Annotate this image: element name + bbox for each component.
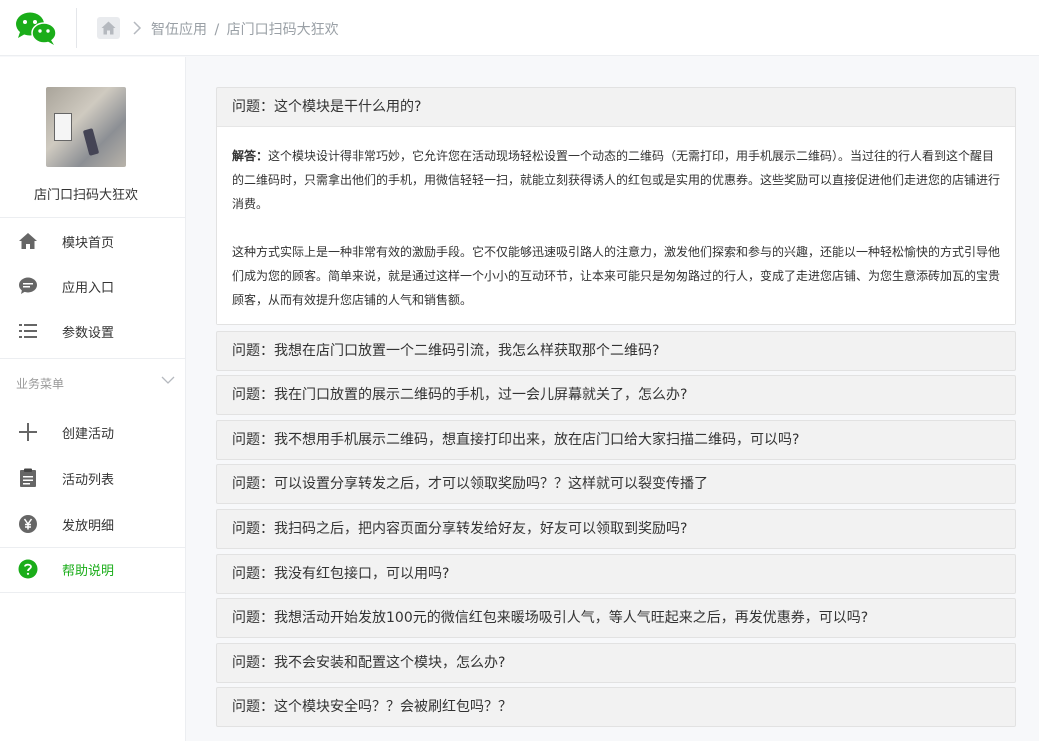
answer-text: 这个模块设计得非常巧妙，它允许您在活动现场轻松设置一个动态的二维码（无需打印，用… bbox=[232, 149, 1001, 211]
sidebar-item-label: 活动列表 bbox=[62, 473, 115, 488]
sidebar-divider bbox=[0, 592, 185, 593]
faq-question[interactable]: 问题：我想活动开始发放100元的微信红包来暖场吸引人气，等人气旺起来之后，再发优… bbox=[217, 599, 1015, 637]
header-divider bbox=[76, 8, 77, 48]
breadcrumb-separator: / bbox=[214, 22, 220, 38]
question-text: 我想在店门口放置一个二维码引流，我怎么样获取那个二维码? bbox=[274, 343, 660, 359]
sidebar-divider bbox=[0, 217, 185, 218]
breadcrumb-page: 店门口扫码大狂欢 bbox=[226, 22, 339, 38]
sidebar-item-label: 创建活动 bbox=[62, 427, 115, 442]
sidebar-item-activity-list[interactable]: 活动列表 bbox=[0, 458, 185, 498]
answer-paragraph: 这种方式实际上是一种非常有效的激励手段。它不仅能够迅速吸引路人的注意力，激发他们… bbox=[232, 245, 1001, 307]
sidebar-item-help[interactable]: 帮助说明 bbox=[0, 549, 185, 589]
faq-question[interactable]: 问题：这个模块是干什么用的? bbox=[217, 88, 1015, 126]
faq-question[interactable]: 问题：可以设置分享转发之后，才可以领取奖励吗？？这样就可以裂变传播了 bbox=[217, 465, 1015, 503]
app-thumbnail bbox=[46, 87, 126, 167]
faq-item[interactable]: 问题：这个模块安全吗？？会被刷红包吗？？ bbox=[216, 687, 1016, 727]
breadcrumb-app[interactable]: 智伍应用 bbox=[151, 22, 207, 38]
question-text: 我扫码之后，把内容页面分享转发给好友，好友可以领取到奖励吗? bbox=[274, 521, 688, 537]
sidebar-divider bbox=[0, 358, 185, 359]
faq-item[interactable]: 问题：可以设置分享转发之后，才可以领取奖励吗？？这样就可以裂变传播了 bbox=[216, 464, 1016, 504]
faq-item[interactable]: 问题：我在门口放置的展示二维码的手机，过一会儿屏幕就关了，怎么办? bbox=[216, 375, 1016, 415]
answer-paragraph: 解答：这个模块设计得非常巧妙，它允许您在活动现场轻松设置一个动态的二维码（无需打… bbox=[232, 144, 1001, 216]
home-icon bbox=[101, 21, 116, 35]
sidebar: 店门口扫码大狂欢 模块首页 应用入口 参数设置 业务菜单 创建活动 活动列表 发… bbox=[0, 57, 186, 741]
faq-question[interactable]: 问题：这个模块安全吗？？会被刷红包吗？？ bbox=[217, 688, 1015, 726]
question-prefix: 问题： bbox=[232, 99, 274, 115]
faq-question[interactable]: 问题：我扫码之后，把内容页面分享转发给好友，好友可以领取到奖励吗? bbox=[217, 510, 1015, 548]
faq-item[interactable]: 问题：我不会安装和配置这个模块，怎么办? bbox=[216, 643, 1016, 683]
sidebar-item-create-activity[interactable]: 创建活动 bbox=[0, 412, 185, 452]
qr-code-image bbox=[54, 113, 72, 141]
help-icon bbox=[18, 559, 38, 579]
question-prefix: 问题： bbox=[232, 476, 274, 492]
question-text: 我不会安装和配置这个模块，怎么办? bbox=[274, 655, 506, 671]
plus-icon bbox=[18, 422, 38, 442]
faq-question[interactable]: 问题：我想在店门口放置一个二维码引流，我怎么样获取那个二维码? bbox=[217, 332, 1015, 370]
sidebar-item-label: 帮助说明 bbox=[62, 564, 115, 579]
sidebar-item-label: 应用入口 bbox=[62, 281, 115, 296]
question-prefix: 问题： bbox=[232, 699, 274, 715]
faq-item[interactable]: 问题：我想活动开始发放100元的微信红包来暖场吸引人气，等人气旺起来之后，再发优… bbox=[216, 598, 1016, 638]
sidebar-item-label: 发放明细 bbox=[62, 519, 115, 534]
chevron-right-icon bbox=[133, 21, 142, 35]
faq-answer: 解答：这个模块设计得非常巧妙，它允许您在活动现场轻松设置一个动态的二维码（无需打… bbox=[217, 126, 1015, 324]
question-text: 这个模块是干什么用的? bbox=[274, 99, 422, 115]
chevron-down-icon[interactable] bbox=[160, 373, 176, 387]
question-text: 我在门口放置的展示二维码的手机，过一会儿屏幕就关了，怎么办? bbox=[274, 387, 688, 403]
question-prefix: 问题： bbox=[232, 610, 274, 626]
section-title: 业务菜单 bbox=[16, 377, 65, 391]
answer-label: 解答： bbox=[232, 149, 269, 163]
main-content: 问题：这个模块是干什么用的? 解答：这个模块设计得非常巧妙，它允许您在活动现场轻… bbox=[186, 57, 1039, 741]
sidebar-item-settings[interactable]: 参数设置 bbox=[0, 311, 185, 351]
faq-item[interactable]: 问题：我想在店门口放置一个二维码引流，我怎么样获取那个二维码? bbox=[216, 331, 1016, 371]
phone-image bbox=[82, 128, 100, 156]
sidebar-item-label: 模块首页 bbox=[62, 236, 115, 251]
question-text: 可以设置分享转发之后，才可以领取奖励吗？？这样就可以裂变传播了 bbox=[274, 476, 708, 492]
question-text: 我想活动开始发放100元的微信红包来暖场吸引人气，等人气旺起来之后，再发优惠券，… bbox=[274, 610, 869, 626]
breadcrumb: 智伍应用 / 店门口扫码大狂欢 bbox=[151, 19, 339, 39]
question-text: 我没有红包接口，可以用吗? bbox=[274, 566, 450, 582]
question-prefix: 问题： bbox=[232, 566, 274, 582]
faq-question[interactable]: 问题：我在门口放置的展示二维码的手机，过一会儿屏幕就关了，怎么办? bbox=[217, 376, 1015, 414]
question-prefix: 问题： bbox=[232, 432, 274, 448]
home-button[interactable] bbox=[97, 17, 120, 39]
question-prefix: 问题： bbox=[232, 655, 274, 671]
sidebar-item-distribution-details[interactable]: 发放明细 bbox=[0, 504, 185, 544]
question-prefix: 问题： bbox=[232, 343, 274, 359]
faq-question[interactable]: 问题：我没有红包接口，可以用吗? bbox=[217, 555, 1015, 593]
question-prefix: 问题： bbox=[232, 521, 274, 537]
top-header: 智伍应用 / 店门口扫码大狂欢 bbox=[0, 0, 1039, 56]
sidebar-item-home[interactable]: 模块首页 bbox=[0, 221, 185, 261]
question-text: 我不想用手机展示二维码，想直接打印出来，放在店门口给大家扫描二维码，可以吗? bbox=[274, 432, 800, 448]
question-prefix: 问题： bbox=[232, 387, 274, 403]
list-settings-icon bbox=[18, 321, 38, 341]
clipboard-icon bbox=[18, 468, 38, 488]
sidebar-item-app-entry[interactable]: 应用入口 bbox=[0, 266, 185, 306]
faq-item[interactable]: 问题：我不想用手机展示二维码，想直接打印出来，放在店门口给大家扫描二维码，可以吗… bbox=[216, 420, 1016, 460]
faq-question[interactable]: 问题：我不会安装和配置这个模块，怎么办? bbox=[217, 644, 1015, 682]
home-icon bbox=[18, 231, 38, 251]
chat-bubble-icon bbox=[18, 276, 38, 296]
sidebar-item-label: 参数设置 bbox=[62, 326, 115, 341]
app-name: 店门口扫码大狂欢 bbox=[33, 188, 138, 203]
faq-question[interactable]: 问题：我不想用手机展示二维码，想直接打印出来，放在店门口给大家扫描二维码，可以吗… bbox=[217, 421, 1015, 459]
faq-item[interactable]: 问题：我没有红包接口，可以用吗? bbox=[216, 554, 1016, 594]
question-text: 这个模块安全吗？？会被刷红包吗？？ bbox=[274, 699, 512, 715]
wechat-logo-icon[interactable] bbox=[14, 10, 58, 46]
faq-item[interactable]: 问题：我扫码之后，把内容页面分享转发给好友，好友可以领取到奖励吗? bbox=[216, 509, 1016, 549]
sidebar-divider bbox=[0, 547, 185, 548]
faq-item-expanded: 问题：这个模块是干什么用的? 解答：这个模块设计得非常巧妙，它允许您在活动现场轻… bbox=[216, 87, 1016, 325]
yen-icon bbox=[18, 514, 38, 534]
